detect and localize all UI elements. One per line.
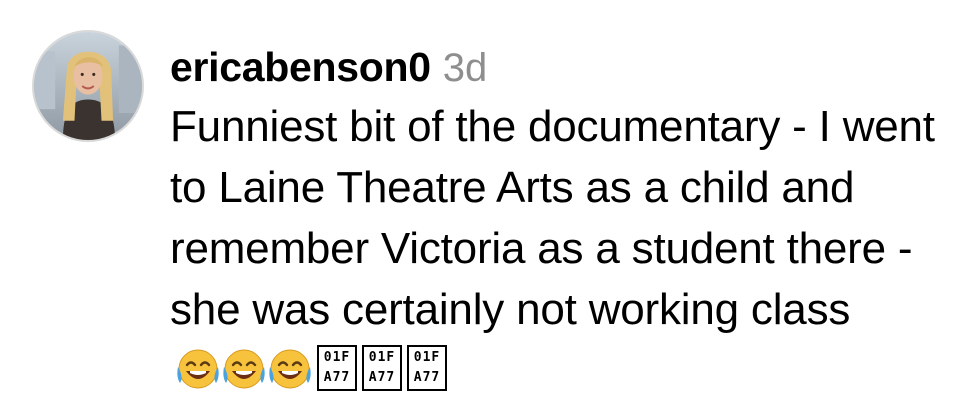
- face-with-tears-of-joy-icon: [268, 346, 312, 390]
- comment-text: Funniest bit of the documentary - I went…: [170, 96, 960, 401]
- face-with-tears-of-joy-icon: [222, 346, 266, 390]
- face-with-tears-of-joy-icon: [176, 346, 220, 390]
- avatar[interactable]: [32, 30, 144, 142]
- comment-header: ericabenson0 3d: [170, 38, 960, 96]
- missing-glyph-bottom: A77: [413, 370, 441, 385]
- missing-glyph-box: 01F A77: [362, 345, 402, 391]
- missing-glyph-top: 01F: [323, 350, 351, 365]
- missing-glyph-top: 01F: [413, 350, 441, 365]
- missing-glyph-box: 01F A77: [317, 345, 357, 391]
- missing-glyph-top: 01F: [368, 350, 396, 365]
- profile-photo: [34, 32, 142, 140]
- username-link[interactable]: ericabenson0: [170, 38, 431, 96]
- timestamp[interactable]: 3d: [443, 39, 488, 97]
- comment-body: ericabenson0 3d Funniest bit of the docu…: [170, 38, 960, 401]
- missing-glyph-bottom: A77: [368, 370, 396, 385]
- emoji-group: 01F A77 01F A77 01F A77: [176, 345, 447, 391]
- comment: ericabenson0 3d Funniest bit of the docu…: [0, 0, 980, 420]
- missing-glyph-box: 01F A77: [407, 345, 447, 391]
- comment-text-content: Funniest bit of the documentary - I went…: [170, 102, 935, 334]
- missing-glyph-bottom: A77: [323, 370, 351, 385]
